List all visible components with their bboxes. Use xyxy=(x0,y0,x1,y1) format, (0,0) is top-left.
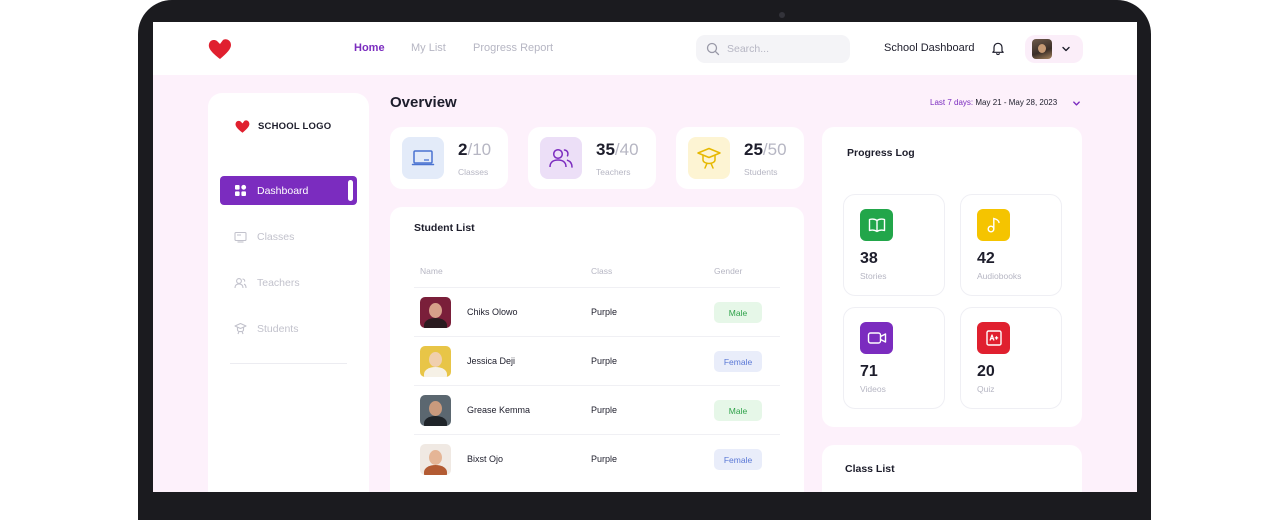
gender-badge: Male xyxy=(714,302,762,323)
search-icon xyxy=(706,42,720,56)
users-icon xyxy=(540,137,582,179)
search-input[interactable]: Search... xyxy=(696,35,850,63)
avatar xyxy=(420,395,451,426)
sidebar-item-students[interactable]: Students xyxy=(220,314,357,343)
student-class: Purple xyxy=(591,356,618,366)
stat-value: 2/10 xyxy=(458,140,492,159)
sidebar-item-label: Classes xyxy=(257,230,295,243)
nav-home[interactable]: Home xyxy=(354,42,385,54)
heart-logo-icon xyxy=(235,120,250,133)
stat-card-classes[interactable]: 2/10 Classes xyxy=(390,127,508,189)
gender-badge: Female xyxy=(714,351,762,372)
profile-menu[interactable] xyxy=(1025,35,1083,63)
blackboard-icon xyxy=(402,137,444,179)
sidebar: SCHOOL LOGO Dashboard Classes Teachers S… xyxy=(208,93,369,492)
gender-badge: Male xyxy=(714,400,762,421)
stat-value: 25/50 xyxy=(744,140,787,159)
teachers-icon xyxy=(234,277,247,288)
school-logo-text: SCHOOL LOGO xyxy=(258,121,332,132)
progress-tile-audiobooks[interactable]: 42 Audiobooks xyxy=(960,194,1062,296)
nav-progress-report[interactable]: Progress Report xyxy=(473,42,553,54)
top-nav: Home My List Progress Report Search... S… xyxy=(153,22,1137,75)
stat-label: Teachers xyxy=(596,167,631,177)
stat-card-students[interactable]: 25/50 Students xyxy=(676,127,804,189)
progress-tile-quiz[interactable]: 20 Quiz xyxy=(960,307,1062,409)
student-name: Grease Kemma xyxy=(467,405,531,415)
gender-badge: Female xyxy=(714,449,762,470)
student-name: Jessica Deji xyxy=(467,356,516,366)
student-name: Bixst Ojo xyxy=(467,454,504,464)
nav-my-list[interactable]: My List xyxy=(411,42,446,54)
avatar xyxy=(420,346,451,377)
date-range-value: May 21 - May 28, 2023 xyxy=(975,98,1058,107)
student-class: Purple xyxy=(591,405,618,415)
active-indicator xyxy=(348,180,353,201)
progress-tile-videos[interactable]: 71 Videos xyxy=(843,307,945,409)
camera-dot xyxy=(779,12,785,18)
date-range[interactable]: Last 7 days: May 21 - May 28, 2023 xyxy=(930,98,1057,107)
progress-log-card: Progress Log 38 Stories 42 Audiobooks 71… xyxy=(822,127,1082,427)
progress-value: 42 xyxy=(977,250,995,267)
student-list-title: Student List xyxy=(414,222,475,234)
sidebar-item-teachers[interactable]: Teachers xyxy=(220,268,357,297)
table-row[interactable]: Grease Kemma Purple Male xyxy=(414,385,780,434)
progress-label: Quiz xyxy=(977,384,995,394)
progress-value: 20 xyxy=(977,363,995,380)
avatar xyxy=(420,444,451,475)
book-icon xyxy=(860,209,893,241)
chevron-down-icon xyxy=(1062,46,1070,52)
video-icon xyxy=(860,322,893,354)
music-note-icon xyxy=(977,209,1010,241)
progress-tile-stories[interactable]: 38 Stories xyxy=(843,194,945,296)
date-range-label: Last 7 days: xyxy=(930,98,974,107)
chevron-down-icon[interactable] xyxy=(1072,99,1081,108)
progress-label: Stories xyxy=(860,271,887,281)
sidebar-item-classes[interactable]: Classes xyxy=(220,222,357,251)
classes-icon xyxy=(234,231,247,243)
heart-logo-icon[interactable] xyxy=(207,37,233,61)
sidebar-divider xyxy=(230,363,347,364)
table-row[interactable]: Jessica Deji Purple Female xyxy=(414,336,780,385)
school-logo: SCHOOL LOGO xyxy=(234,119,331,134)
search-placeholder: Search... xyxy=(727,43,770,55)
dashboard-icon xyxy=(235,184,247,196)
progress-value: 38 xyxy=(860,250,878,267)
avatar xyxy=(1032,39,1052,59)
progress-label: Audiobooks xyxy=(977,271,1022,281)
progress-log-title: Progress Log xyxy=(847,147,915,159)
stat-value: 35/40 xyxy=(596,140,639,159)
student-name: Chiks Olowo xyxy=(467,307,518,317)
stat-label: Students xyxy=(744,167,778,177)
stat-label: Classes xyxy=(458,167,489,177)
column-header-gender: Gender xyxy=(714,266,743,276)
bell-icon[interactable] xyxy=(991,41,1005,56)
graduation-cap-icon xyxy=(688,137,730,179)
column-header-class: Class xyxy=(591,266,613,276)
app-screen: Home My List Progress Report Search... S… xyxy=(153,22,1137,492)
table-row[interactable]: Bixst Ojo Purple Female xyxy=(414,434,780,483)
table-row[interactable]: Chiks Olowo Purple Male xyxy=(414,287,780,336)
stat-card-teachers[interactable]: 35/40 Teachers xyxy=(528,127,656,189)
sidebar-item-label: Dashboard xyxy=(257,184,309,197)
student-class: Purple xyxy=(591,307,618,317)
sidebar-item-label: Teachers xyxy=(257,276,300,289)
avatar xyxy=(420,297,451,328)
quiz-icon xyxy=(977,322,1010,354)
sidebar-item-label: Students xyxy=(257,322,299,335)
progress-value: 71 xyxy=(860,363,878,380)
progress-label: Videos xyxy=(860,384,886,394)
column-header-name: Name xyxy=(420,266,443,276)
sidebar-item-dashboard[interactable]: Dashboard xyxy=(220,176,357,205)
class-list-card: Class List xyxy=(822,445,1082,492)
page-title: Overview xyxy=(390,94,457,111)
class-list-title: Class List xyxy=(845,463,895,475)
student-class: Purple xyxy=(591,454,618,464)
school-dashboard-label: School Dashboard xyxy=(884,42,975,54)
students-icon xyxy=(234,322,247,335)
student-list-card: Student List Name Class Gender Chiks Olo… xyxy=(390,207,804,492)
